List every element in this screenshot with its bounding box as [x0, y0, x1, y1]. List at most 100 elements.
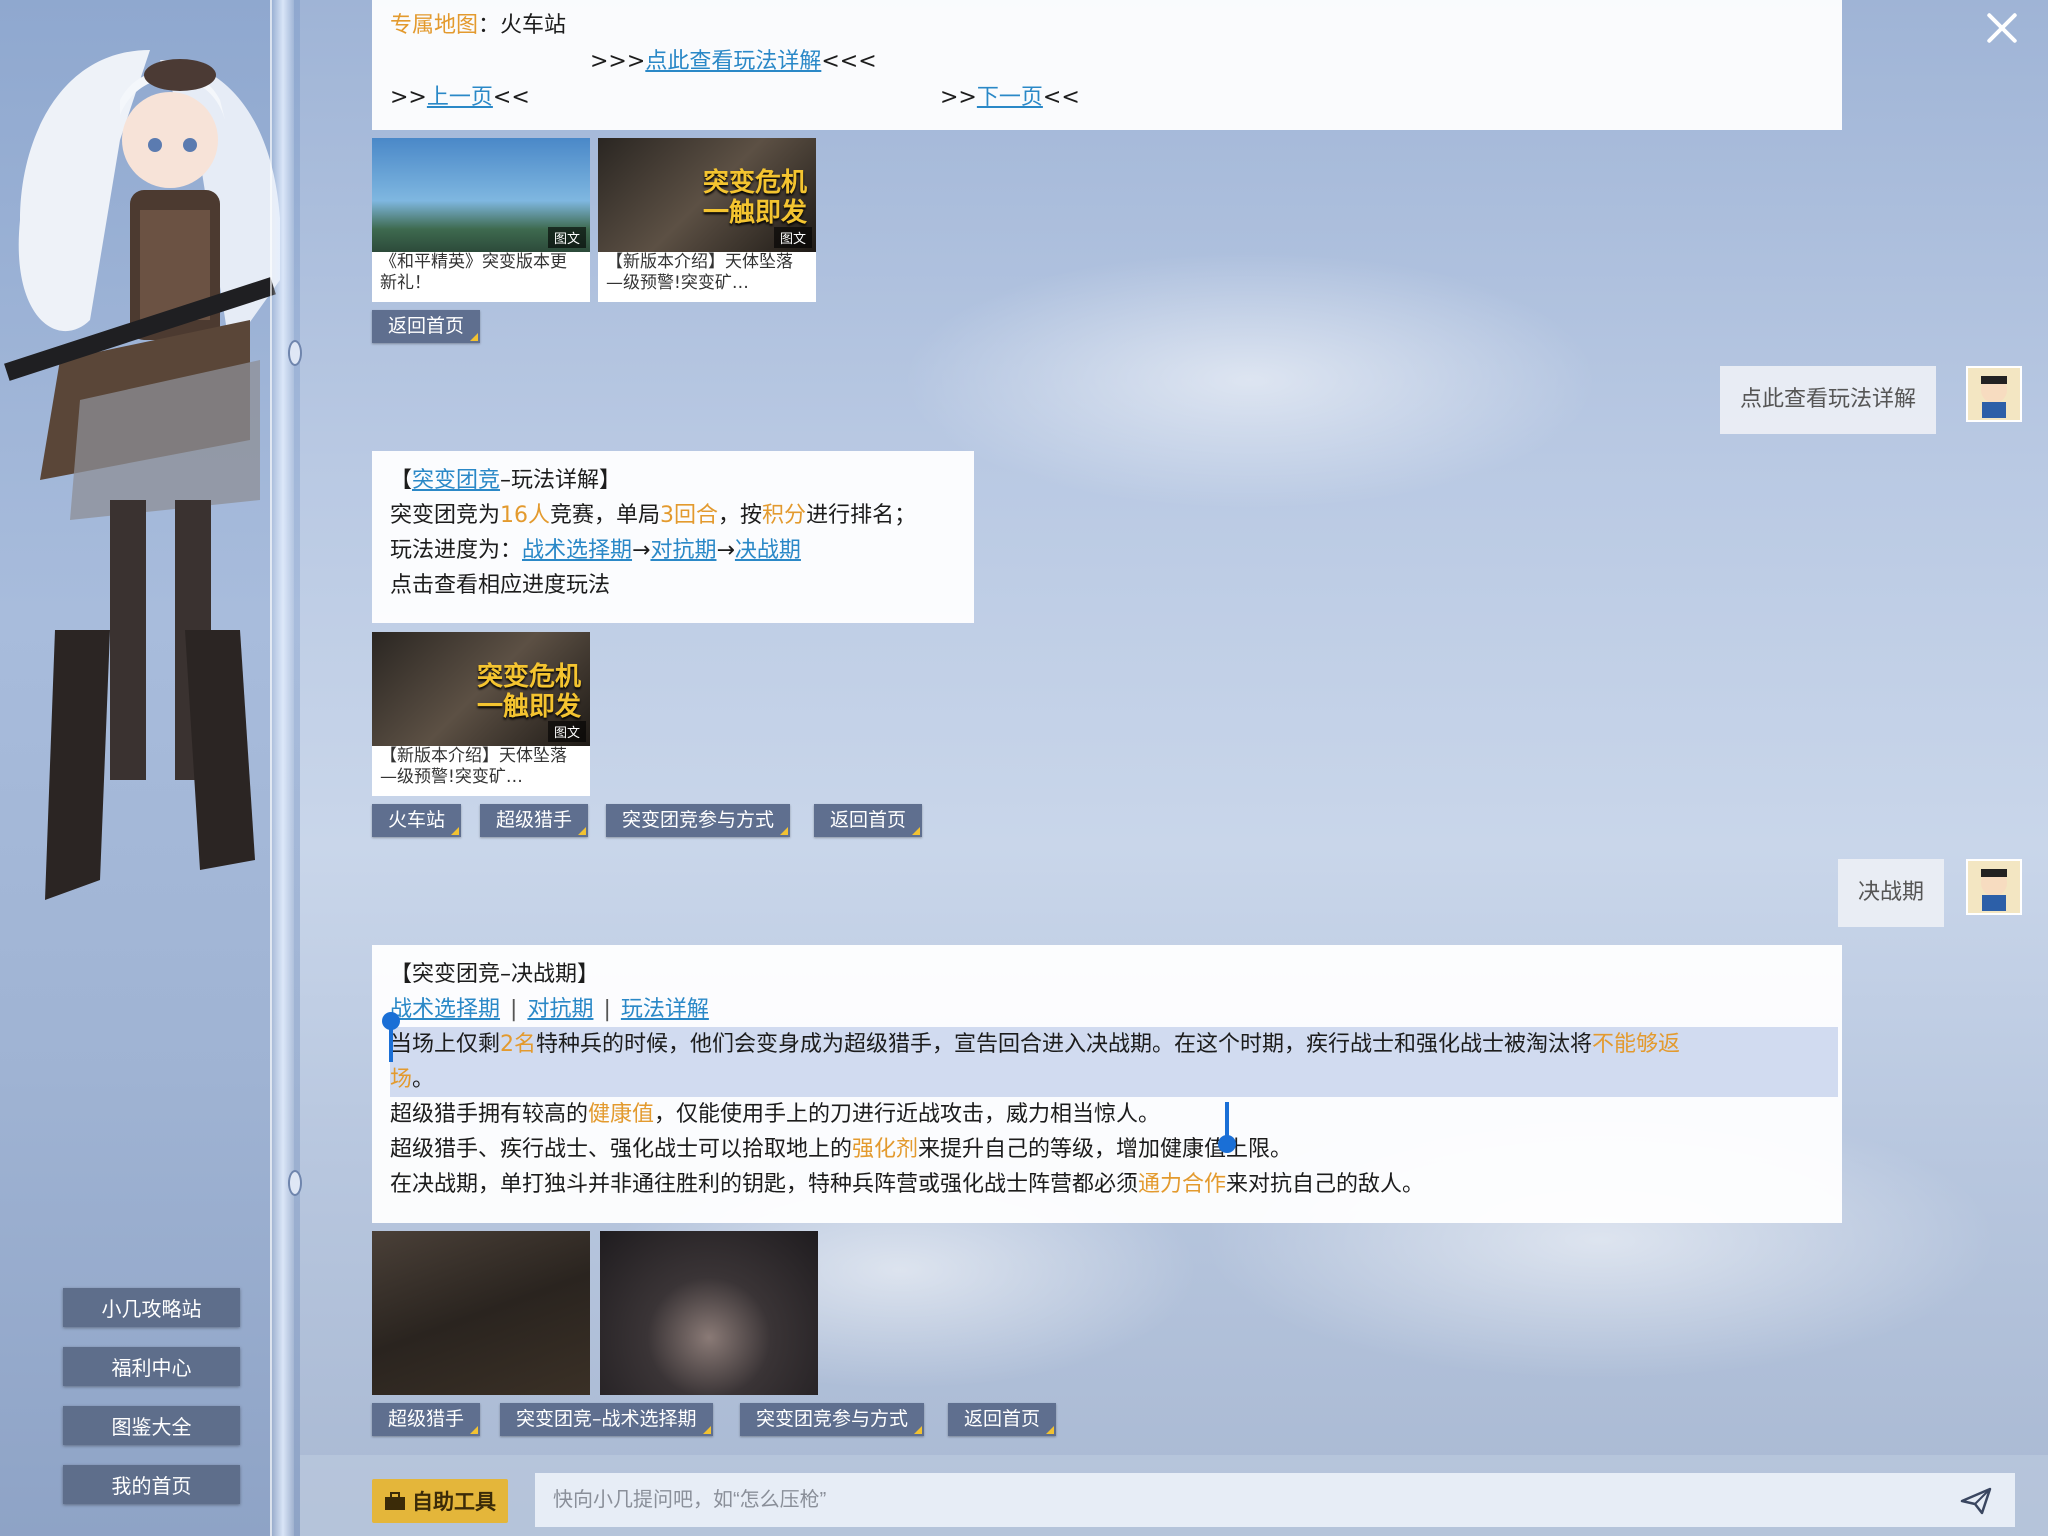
gameplay-thumbnail: [372, 1231, 590, 1395]
highlight-text: 强化剂: [852, 1137, 919, 1162]
article-caption: 《和平精英》突变版本更新礼！: [380, 252, 567, 293]
article-thumbnail: 突变危机 一触即发 图文: [598, 138, 816, 252]
user-message-bubble: 点此查看玩法详解: [1720, 366, 1937, 434]
prev-suffix: <<: [492, 85, 530, 110]
detail-link[interactable]: 点此查看玩法详解: [645, 49, 821, 74]
next-suffix: <<: [1042, 85, 1080, 110]
user-avatar: [1966, 859, 2022, 915]
text: 特种兵的时候，他们会变身成为超级猎手，宣告回合进入决战期。在这个时期，疾行战士和…: [536, 1032, 1593, 1057]
back-home-button[interactable]: 返回首页: [372, 310, 481, 343]
map-colon: ：: [478, 13, 501, 38]
highlight-text: 16人: [500, 503, 551, 528]
article-thumbnail: 图文: [372, 138, 590, 252]
arrow: →: [632, 538, 651, 563]
highlight-text: 场: [390, 1067, 413, 1092]
text: ，仅能使用手上的刀进行近战攻击，威力相当惊人。: [654, 1102, 1161, 1127]
mode-detail-link[interactable]: 玩法详解: [621, 997, 709, 1022]
participation-button[interactable]: 突变团竞参与方式: [740, 1403, 925, 1436]
separator: |: [510, 997, 518, 1022]
highlight-text: 3回合: [660, 503, 719, 528]
tactics-phase-button[interactable]: 突变团竞–战术选择期: [500, 1403, 713, 1436]
prev-prefix: >>: [390, 85, 427, 110]
send-icon[interactable]: [1960, 1487, 1992, 1515]
arrow: →: [716, 538, 735, 563]
phase-link-confront[interactable]: 对抗期: [527, 997, 593, 1022]
phase-link-final[interactable]: 决战期: [735, 538, 801, 563]
super-hunter-button[interactable]: 超级猎手: [372, 1403, 481, 1436]
character-illustration: [4, 50, 280, 900]
text: 超级猎手拥有较高的: [390, 1102, 589, 1127]
selection-caret-start: [389, 1022, 393, 1062]
mode-link[interactable]: 突变团竞: [412, 468, 500, 493]
thumbnail-overlay-text: 突变危机 一触即发: [476, 662, 581, 722]
sidebar-item-welfare[interactable]: 福利中心: [63, 1347, 240, 1386]
detail-suffix: <<<: [821, 49, 877, 74]
next-page-link[interactable]: 下一页: [977, 85, 1043, 110]
phase-link-confront[interactable]: 对抗期: [650, 538, 716, 563]
article-card[interactable]: 图文 《和平精英》突变版本更新礼！: [372, 138, 590, 302]
close-icon[interactable]: [1984, 10, 2020, 46]
article-caption: 【新版本介绍】天体坠落—级预警!突变矿…: [380, 746, 567, 787]
gameplay-thumbnail: [600, 1231, 818, 1395]
chat-input[interactable]: [535, 1473, 2015, 1527]
self-service-tools-button[interactable]: 自助工具: [372, 1479, 508, 1523]
bot-message-bubble: 【突变团竞–决战期】 战术选择期 | 对抗期 | 玩法详解 当场上仅剩2名特种兵的时候，…: [372, 945, 1842, 1223]
text: 在决战期，单打独斗并非通往胜利的钥匙，特种兵阵营或强化战士阵营都必须: [390, 1172, 1139, 1197]
text: 玩法进度为：: [390, 538, 523, 563]
text: 当场上仅剩: [390, 1032, 501, 1057]
article-card[interactable]: 突变危机 一触即发 图文 【新版本介绍】天体坠落—级预警!突变矿…: [598, 138, 816, 302]
separator: |: [603, 997, 611, 1022]
highlight-text: 2名: [500, 1032, 537, 1057]
frame-notch: [288, 1170, 302, 1196]
user-avatar: [1966, 366, 2022, 422]
sidebar-item-home[interactable]: 我的首页: [63, 1465, 240, 1504]
thumbnail-overlay-text: 突变危机 一触即发: [702, 168, 807, 228]
article-type-tag: 图文: [547, 227, 586, 248]
selected-paragraph: 当场上仅剩2名特种兵的时候，他们会变身成为超级猎手，宣告回合进入决战期。在这个时…: [390, 1027, 1838, 1097]
sidebar-item-catalog[interactable]: 图鉴大全: [63, 1406, 240, 1445]
frame-notch: [288, 340, 302, 366]
title-rest: –玩法详解】: [500, 468, 622, 493]
article-caption: 【新版本介绍】天体坠落—级预警!突变矿…: [606, 252, 793, 293]
user-message-bubble: 决战期: [1838, 859, 1945, 927]
text: 突变团竞为: [390, 503, 501, 528]
article-type-tag: 图文: [547, 721, 586, 742]
bot-message-bubble: 【突变团竞–玩法详解】 突变团竞为16人竞赛，单局3回合，按积分进行排名； 玩法…: [372, 451, 974, 623]
highlight-text: 不能够返: [1592, 1032, 1681, 1057]
gameplay-image[interactable]: [372, 1231, 590, 1395]
text: 来提升自己的等级，增加健康值上限。: [918, 1137, 1293, 1162]
text: 进行排名；: [806, 503, 917, 528]
gameplay-image[interactable]: [600, 1231, 818, 1395]
prev-page-link[interactable]: 上一页: [427, 85, 493, 110]
map-label: 专属地图: [390, 13, 479, 38]
back-home-button[interactable]: 返回首页: [948, 1403, 1057, 1436]
next-prefix: >>: [940, 85, 977, 110]
text: 点击查看相应进度玩法: [390, 573, 611, 598]
tool-label: 自助工具: [412, 1490, 496, 1514]
frame-divider: [270, 0, 294, 1536]
article-card[interactable]: 突变危机 一触即发 图文 【新版本介绍】天体坠落—级预警!突变矿…: [372, 632, 590, 796]
text: 超级猎手、疾行战士、强化战士可以拾取地上的: [390, 1137, 853, 1162]
article-thumbnail: 突变危机 一触即发 图文: [372, 632, 590, 746]
text: 。: [412, 1067, 435, 1092]
super-hunter-button[interactable]: 超级猎手: [480, 804, 589, 837]
selection-handle-end[interactable]: [1218, 1135, 1236, 1153]
title-bracket: 【: [390, 468, 413, 493]
participation-button[interactable]: 突变团竞参与方式: [606, 804, 791, 837]
background-cloud: [900, 250, 1600, 510]
train-station-button[interactable]: 火车站: [372, 804, 462, 837]
message-title: 【突变团竞–决战期】: [390, 962, 600, 987]
text: ，按: [718, 503, 763, 528]
sidebar-item-strategy[interactable]: 小几攻略站: [63, 1288, 240, 1327]
back-home-button[interactable]: 返回首页: [814, 804, 923, 837]
highlight-text: 健康值: [588, 1102, 655, 1127]
text: 来对抗自己的敌人。: [1226, 1172, 1425, 1197]
toolbox-icon: [385, 1492, 405, 1510]
text: 竞赛，单局: [550, 503, 661, 528]
highlight-text: 通力合作: [1138, 1172, 1227, 1197]
phase-link-tactics[interactable]: 战术选择期: [390, 997, 500, 1022]
phase-link-tactics[interactable]: 战术选择期: [522, 538, 632, 563]
highlight-text: 积分: [762, 503, 807, 528]
article-type-tag: 图文: [773, 227, 812, 248]
detail-prefix: >>>: [590, 49, 646, 74]
